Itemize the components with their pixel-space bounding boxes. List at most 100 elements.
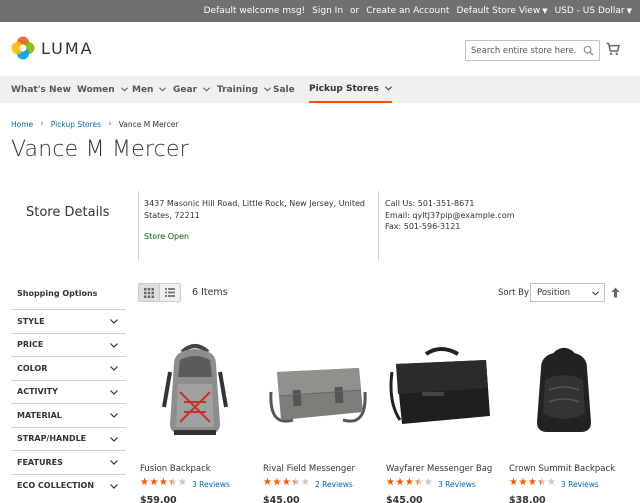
product-price: $59.00 (140, 495, 177, 503)
store-view-switcher[interactable]: Default Store View ▼ (456, 6, 547, 16)
reviews-link[interactable]: 3 Reviews (438, 480, 476, 489)
chevron-right-icon: › (40, 119, 44, 129)
chevron-down-icon (592, 291, 599, 296)
currency-switcher[interactable]: USD - US Dollar ▼ (555, 6, 632, 16)
rating-stars: ★★★★★ ★★★★★ (509, 477, 556, 489)
product-image-wayfarer-messenger-bag[interactable] (386, 332, 496, 442)
reviews-link[interactable]: 3 Reviews (561, 480, 599, 489)
nav-item-men[interactable]: Men (132, 76, 167, 103)
filter-label: ACTIVITY (17, 387, 58, 397)
chevron-down-icon (110, 342, 118, 348)
chevron-down-icon (159, 87, 167, 92)
product-item[interactable]: Fusion Backpack ★★★★★ ★★★★★ 3 Reviews $5… (140, 332, 250, 503)
product-rating: ★★★★★ ★★★★★ 3 Reviews (140, 477, 250, 489)
filter-label: COLOR (17, 363, 48, 373)
top-bar: Default welcome msg! Sign In or Create a… (0, 0, 640, 22)
product-rating: ★★★★★ ★★★★★ 2 Reviews (263, 477, 373, 489)
product-name[interactable]: Crown Summit Backpack (509, 464, 619, 474)
or-text: or (350, 6, 360, 16)
nav-item-label: Women (77, 84, 115, 95)
item-count: 6 Items (192, 287, 228, 298)
chevron-down-icon (110, 389, 118, 395)
product-rating: ★★★★★ ★★★★★ 3 Reviews (386, 477, 496, 489)
chevron-down-icon (110, 460, 118, 465)
product-name[interactable]: Wayfarer Messenger Bag (386, 464, 496, 474)
shopping-options-title: Shopping Options (17, 289, 98, 298)
nav-item-label: Gear (173, 84, 198, 95)
filter-price[interactable]: PRICE (11, 332, 126, 357)
nav-item-label: What's New (11, 84, 71, 95)
chevron-down-icon (110, 319, 118, 324)
breadcrumb-current: Vance M Mercer (118, 119, 179, 129)
logo[interactable]: LUMA (11, 36, 94, 60)
grid-view-button[interactable] (138, 283, 160, 302)
rating-stars: ★★★★★ ★★★★★ (386, 477, 433, 489)
filter-material[interactable]: MATERIAL (11, 403, 126, 427)
filter-label: STRAP/HANDLE (17, 434, 87, 444)
divider (378, 191, 379, 261)
reviews-link[interactable]: 3 Reviews (192, 480, 230, 489)
product-image-crown-summit-backpack[interactable] (509, 332, 619, 442)
filter-label: MATERIAL (17, 410, 62, 420)
breadcrumb-home[interactable]: Home (11, 120, 33, 129)
nav-item-gear[interactable]: Gear (173, 76, 210, 103)
nav-item-label: Training (217, 84, 259, 95)
product-image-fusion-backpack[interactable] (140, 332, 250, 442)
nav-item-women[interactable]: Women (77, 76, 128, 103)
breadcrumb-pickup-stores[interactable]: Pickup Stores (51, 120, 101, 129)
filter-features[interactable]: FEATURES (11, 450, 126, 474)
nav-item-label: Sale (273, 84, 295, 95)
sort-select[interactable]: Position (530, 283, 605, 302)
product-name[interactable]: Fusion Backpack (140, 464, 250, 474)
list-view-button[interactable] (159, 283, 181, 302)
cart-icon[interactable] (606, 42, 620, 56)
filter-strap-handle[interactable]: STRAP/HANDLE (11, 426, 126, 451)
sort-direction-arrow-icon[interactable] (611, 287, 620, 298)
page-title: Vance M Mercer (11, 137, 189, 162)
logo-text: LUMA (41, 38, 94, 58)
product-price: $45.00 (386, 495, 423, 503)
search-input[interactable] (466, 41, 576, 60)
create-account-link[interactable]: Create an Account (366, 6, 449, 16)
product-image-rival-field-messenger[interactable] (263, 332, 373, 442)
product-price: $45.00 (263, 495, 300, 503)
chevron-down-icon (384, 86, 392, 91)
divider (138, 191, 139, 261)
rating-stars: ★★★★★ ★★★★★ (263, 477, 310, 489)
product-item[interactable]: Wayfarer Messenger Bag ★★★★★ ★★★★★ 3 Rev… (386, 332, 496, 503)
search-icon[interactable] (583, 45, 594, 56)
reviews-link[interactable]: 2 Reviews (315, 480, 353, 489)
filter-label: FEATURES (17, 457, 63, 467)
store-view-label: Default Store View (456, 6, 541, 16)
chevron-down-icon (110, 413, 118, 418)
star-icons-filled: ★★★★★ (263, 477, 295, 488)
chevron-down-icon (203, 87, 210, 92)
filter-style[interactable]: STYLE (11, 309, 126, 333)
search-box[interactable] (465, 40, 600, 61)
main-nav: What's New Women Men Gear Training Sale … (0, 76, 640, 103)
chevron-down-icon (110, 366, 118, 371)
sign-in-link[interactable]: Sign In (312, 6, 343, 16)
nav-item-pickup-stores[interactable]: Pickup Stores (309, 76, 392, 103)
breadcrumb: Home › Pickup Stores › Vance M Mercer (11, 119, 178, 129)
store-contact: Call Us: 501-351-8671 Email: qyltJ37pip@… (385, 198, 515, 233)
product-name[interactable]: Rival Field Messenger (263, 464, 373, 474)
luma-logo-icon (11, 36, 35, 60)
nav-item-training[interactable]: Training (217, 76, 272, 103)
nav-item-sale[interactable]: Sale (273, 76, 295, 103)
product-item[interactable]: Crown Summit Backpack ★★★★★ ★★★★★ 3 Revi… (509, 332, 619, 503)
filter-color[interactable]: COLOR (11, 356, 126, 380)
store-phone: Call Us: 501-351-8671 (385, 199, 475, 208)
chevron-down-icon (110, 436, 118, 442)
product-item[interactable]: Rival Field Messenger ★★★★★ ★★★★★ 2 Revi… (263, 332, 373, 503)
sort-by-label: Sort By (498, 288, 529, 298)
chevron-down-icon: ▼ (626, 7, 632, 15)
star-icons-filled: ★★★★★ (509, 477, 541, 488)
filter-list: STYLE PRICE COLOR ACTIVITY MATERIAL STRA… (11, 309, 126, 497)
store-status: Store Open (144, 232, 190, 241)
store-fax: Fax: 501-596-3121 (385, 222, 461, 231)
chevron-down-icon (120, 87, 128, 92)
nav-item-whats-new[interactable]: What's New (11, 76, 71, 103)
filter-activity[interactable]: ACTIVITY (11, 379, 126, 404)
filter-eco-collection[interactable]: ECO COLLECTION (11, 473, 126, 498)
